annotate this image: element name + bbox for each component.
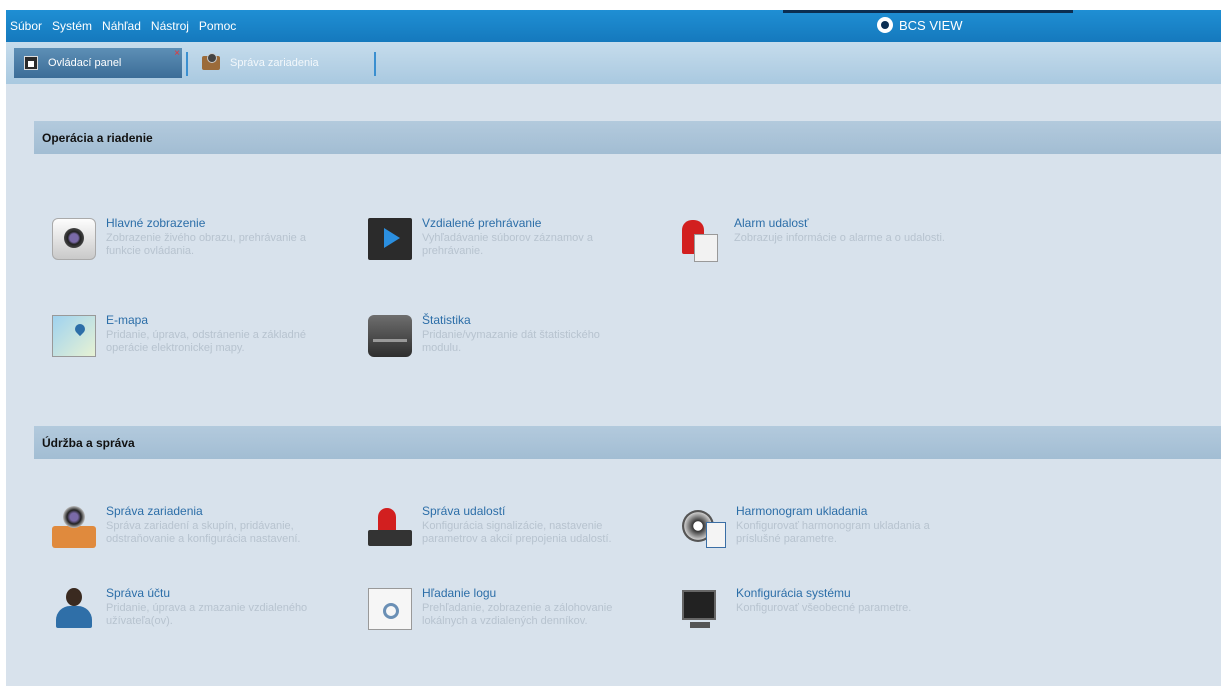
tile-title: Hlavné zobrazenie — [106, 216, 206, 230]
tile-description: Konfigurácia signalizácie, nastavenie pa… — [422, 520, 612, 545]
tile-title: Vzdialené prehrávanie — [422, 216, 542, 230]
tab-bar: Ovládací panel × Správa zariadenia — [6, 42, 1221, 84]
home-icon — [24, 56, 38, 70]
device-icon — [52, 506, 96, 548]
tile-title: Správa zariadenia — [106, 504, 203, 518]
section-title: Operácia a riadenie — [42, 130, 153, 145]
title-bar: Súbor Systém Náhľad Nástroj Pomoc BCS VI… — [6, 10, 1221, 42]
brand-name: BCS VIEW — [899, 17, 963, 33]
tile-description: Vyhľadávanie súborov záznamov a prehráva… — [422, 232, 593, 257]
tile-description: Konfigurovať všeobecné parametre. — [736, 602, 912, 614]
user-icon — [52, 588, 96, 630]
menu-bar: Súbor Systém Náhľad Nástroj Pomoc — [10, 19, 236, 33]
brand-accent — [783, 10, 1073, 13]
eye-logo-icon — [877, 17, 893, 33]
tile-title: Konfigurácia systému — [736, 586, 851, 600]
section-header-maintenance: Údržba a správa — [34, 426, 1221, 459]
tile-system-config[interactable]: Konfigurácia systému Konfigurovať všeobe… — [682, 586, 982, 646]
tab-divider — [374, 52, 376, 76]
tile-account-management[interactable]: Správa účtu Pridanie, úprava a zmazanie … — [52, 586, 352, 646]
tab-divider — [186, 52, 188, 76]
tile-statistics[interactable]: Štatistika Pridanie/vymazanie dát štatis… — [368, 313, 668, 373]
alarm-icon — [680, 218, 724, 262]
tile-remote-playback[interactable]: Vzdialené prehrávanie Vyhľadávanie súbor… — [368, 216, 668, 276]
brand: BCS VIEW — [877, 17, 963, 33]
tile-log-search[interactable]: Hľadanie logu Prehľadanie, zobrazenie a … — [368, 586, 668, 646]
close-icon[interactable]: × — [174, 48, 180, 59]
tile-description: Pridanie, úprava, odstránenie a základné… — [106, 329, 306, 354]
tile-description: Konfigurovať harmonogram ukladania a prí… — [736, 520, 930, 545]
tile-title: Správa udalostí — [422, 504, 506, 518]
device-icon — [202, 53, 220, 70]
tab-label: Správa zariadenia — [230, 57, 319, 69]
event-icon — [368, 506, 412, 548]
tile-title: Správa účtu — [106, 586, 171, 600]
tile-emap[interactable]: E-mapa Pridanie, úprava, odstránenie a z… — [52, 313, 352, 373]
log-search-icon — [368, 588, 412, 630]
app-window: Súbor Systém Náhľad Nástroj Pomoc BCS VI… — [6, 10, 1221, 686]
play-icon — [368, 218, 412, 260]
menu-help[interactable]: Pomoc — [199, 19, 236, 33]
tab-device-management[interactable]: Správa zariadenia — [192, 48, 372, 78]
menu-file[interactable]: Súbor — [10, 19, 42, 33]
tile-description: Zobrazuje informácie o alarme a o udalos… — [734, 232, 945, 244]
tile-event-management[interactable]: Správa udalostí Konfigurácia signalizáci… — [368, 504, 668, 564]
tile-storage-schedule[interactable]: Harmonogram ukladania Konfigurovať harmo… — [682, 504, 982, 564]
tile-title: Alarm udalosť — [734, 216, 809, 230]
disk-icon — [368, 315, 412, 357]
map-icon — [52, 315, 96, 357]
tile-description: Zobrazenie živého obrazu, prehrávanie a … — [106, 232, 306, 257]
menu-tools[interactable]: Nástroj — [151, 19, 189, 33]
menu-system[interactable]: Systém — [52, 19, 92, 33]
tile-device-management[interactable]: Správa zariadenia Správa zariadení a sku… — [52, 504, 352, 564]
tile-main-view[interactable]: Hlavné zobrazenie Zobrazenie živého obra… — [52, 216, 352, 276]
tile-title: Hľadanie logu — [422, 586, 497, 600]
tab-control-panel[interactable]: Ovládací panel × — [14, 48, 182, 78]
camera-icon — [52, 218, 96, 260]
schedule-icon — [682, 506, 726, 548]
tile-description: Pridanie, úprava a zmazanie vzdialeného … — [106, 602, 308, 627]
section-header-operation: Operácia a riadenie — [34, 121, 1221, 154]
monitor-icon — [682, 588, 726, 630]
tile-alarm-event[interactable]: Alarm udalosť Zobrazuje informácie o ala… — [680, 216, 980, 276]
tile-title: E-mapa — [106, 313, 149, 327]
tile-description: Pridanie/vymazanie dát štatistického mod… — [422, 329, 600, 354]
tile-description: Správa zariadení a skupín, pridávanie, o… — [106, 520, 301, 545]
tab-label: Ovládací panel — [48, 57, 122, 69]
tile-description: Prehľadanie, zobrazenie a zálohovanie lo… — [422, 602, 613, 627]
tile-title: Harmonogram ukladania — [736, 504, 868, 518]
menu-view[interactable]: Náhľad — [102, 19, 141, 33]
section-title: Údržba a správa — [42, 435, 135, 450]
tile-title: Štatistika — [422, 313, 471, 327]
